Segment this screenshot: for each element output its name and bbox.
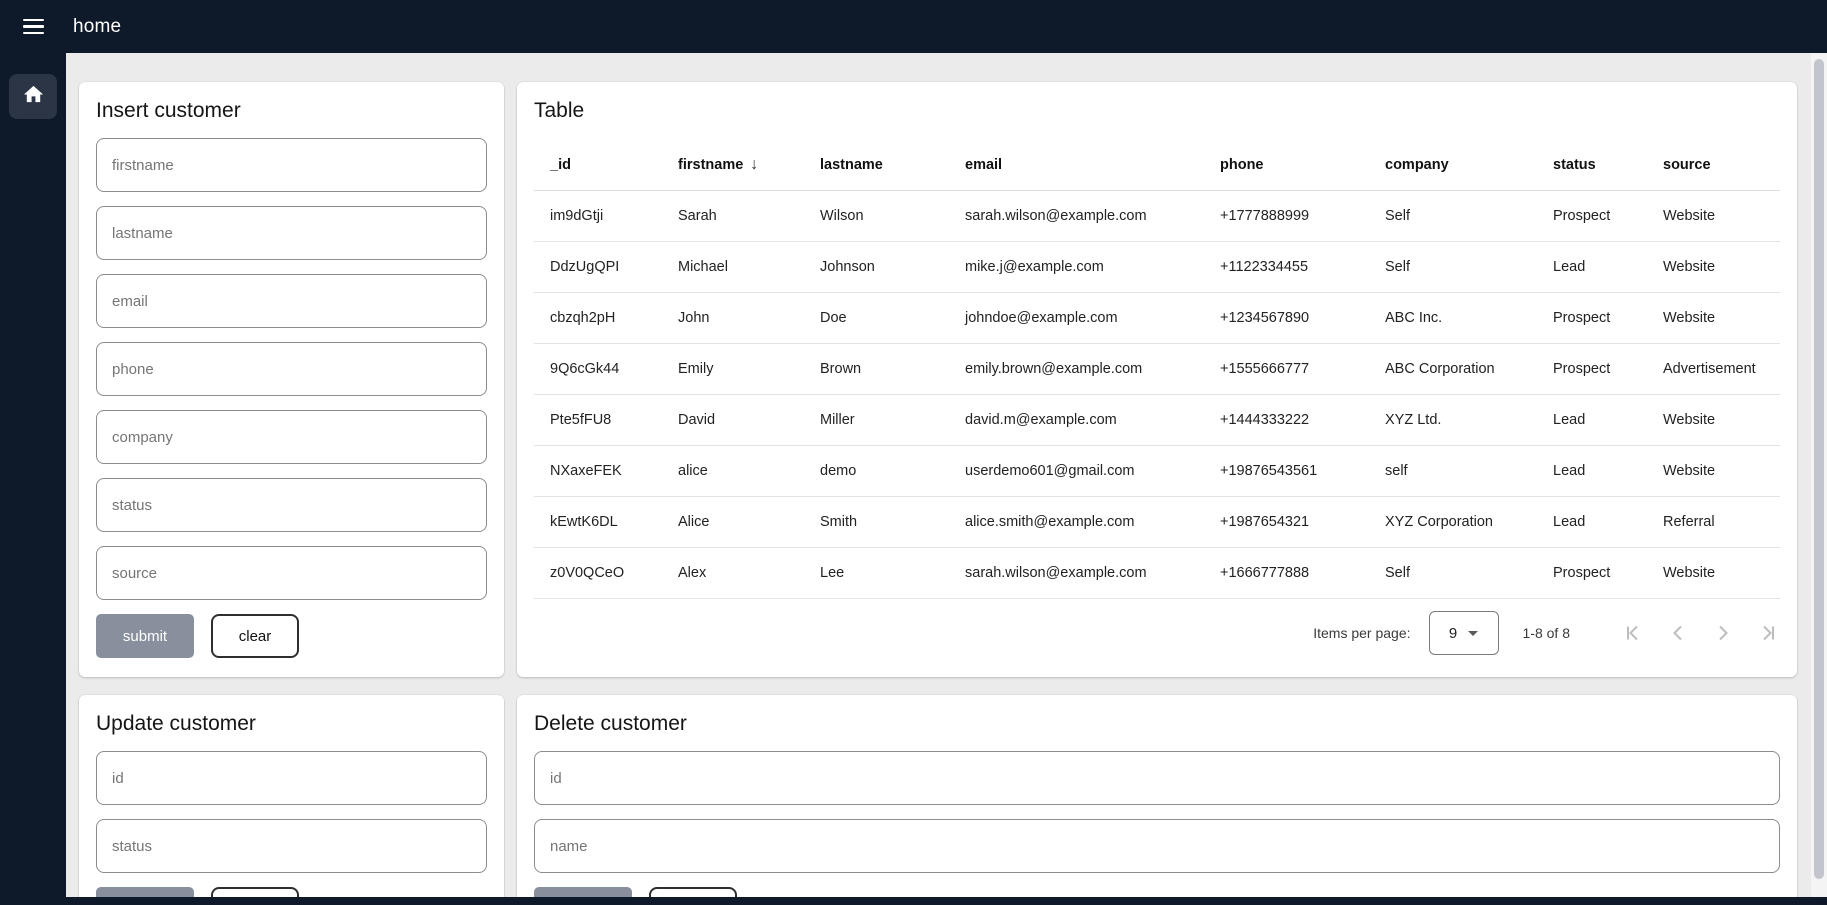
first-page-icon[interactable]	[1621, 621, 1645, 645]
sidebar-item-home[interactable]	[9, 74, 57, 119]
insert-card-title: Insert customer	[96, 99, 487, 123]
delete-id-input[interactable]	[534, 751, 1780, 805]
table-row: cbzqh2pHJohn Doejohndoe@example.com +123…	[534, 293, 1780, 344]
phone-input[interactable]	[96, 342, 487, 396]
source-input[interactable]	[96, 546, 487, 600]
next-page-icon[interactable]	[1711, 621, 1735, 645]
insert-submit-button[interactable]: submit	[96, 614, 194, 658]
column-header-lastname[interactable]: lastname	[804, 138, 949, 191]
paginator-nav	[1600, 621, 1780, 645]
items-per-page-value: 9	[1449, 625, 1457, 642]
table-row: im9dGtjiSarah Wilsonsarah.wilson@example…	[534, 191, 1780, 242]
items-per-page-label: Items per page:	[1313, 625, 1410, 641]
table-row: DdzUgQPIMichael Johnsonmike.j@example.co…	[534, 242, 1780, 293]
top-app-bar: home	[0, 0, 1827, 53]
scrollbar-thumb[interactable]	[1814, 59, 1824, 879]
table-card: Table _id firstname↓ lastname email phon…	[517, 82, 1797, 677]
delete-clear-button[interactable]: clear	[649, 887, 737, 897]
column-header-email[interactable]: email	[949, 138, 1204, 191]
column-header-id[interactable]: _id	[534, 138, 662, 191]
column-header-phone[interactable]: phone	[1204, 138, 1369, 191]
paginator: Items per page: 9 1-8 of 8	[1313, 611, 1780, 655]
customers-table: _id firstname↓ lastname email phone comp…	[534, 138, 1780, 599]
chevron-down-icon	[1468, 631, 1478, 636]
status-input[interactable]	[96, 478, 487, 532]
update-card-title: Update customer	[96, 712, 487, 736]
insert-customer-card: Insert customer submit clear	[79, 82, 504, 677]
table-header-row: _id firstname↓ lastname email phone comp…	[534, 138, 1780, 191]
page-range-label: 1-8 of 8	[1523, 625, 1570, 641]
update-id-input[interactable]	[96, 751, 487, 805]
company-input[interactable]	[96, 410, 487, 464]
table-row: 9Q6cGk44Emily Brownemily.brown@example.c…	[534, 344, 1780, 395]
table-row: kEwtK6DLAlice Smithalice.smith@example.c…	[534, 497, 1780, 548]
column-header-status[interactable]: status	[1537, 138, 1647, 191]
sort-desc-icon: ↓	[750, 156, 758, 173]
lastname-input[interactable]	[96, 206, 487, 260]
column-header-source[interactable]: source	[1647, 138, 1780, 191]
delete-customer-card: Delete customer submit clear	[517, 695, 1797, 897]
sidebar	[0, 53, 66, 905]
items-per-page-select[interactable]: 9	[1429, 611, 1499, 655]
table-row: NXaxeFEKalice demouserdemo601@gmail.com …	[534, 446, 1780, 497]
page-scrollbar	[1811, 53, 1827, 897]
table-card-title: Table	[534, 99, 1780, 123]
home-icon	[22, 83, 45, 111]
delete-name-input[interactable]	[534, 819, 1780, 873]
main-content: Insert customer submit clear Table _id f…	[66, 53, 1811, 897]
update-clear-button[interactable]: clear	[211, 887, 299, 897]
column-header-firstname[interactable]: firstname↓	[662, 138, 804, 191]
firstname-input[interactable]	[96, 138, 487, 192]
delete-card-title: Delete customer	[534, 712, 1780, 736]
last-page-icon[interactable]	[1756, 621, 1780, 645]
previous-page-icon[interactable]	[1666, 621, 1690, 645]
menu-icon[interactable]	[23, 15, 44, 39]
table-row: Pte5fFU8David Millerdavid.m@example.com …	[534, 395, 1780, 446]
email-input[interactable]	[96, 274, 487, 328]
column-header-company[interactable]: company	[1369, 138, 1537, 191]
update-status-input[interactable]	[96, 819, 487, 873]
update-submit-button[interactable]: submit	[96, 887, 194, 897]
page-title: home	[73, 16, 121, 38]
update-customer-card: Update customer submit clear	[79, 695, 504, 897]
table-row: z0V0QCeOAlex Leesarah.wilson@example.com…	[534, 548, 1780, 599]
insert-clear-button[interactable]: clear	[211, 614, 299, 658]
delete-submit-button[interactable]: submit	[534, 887, 632, 897]
